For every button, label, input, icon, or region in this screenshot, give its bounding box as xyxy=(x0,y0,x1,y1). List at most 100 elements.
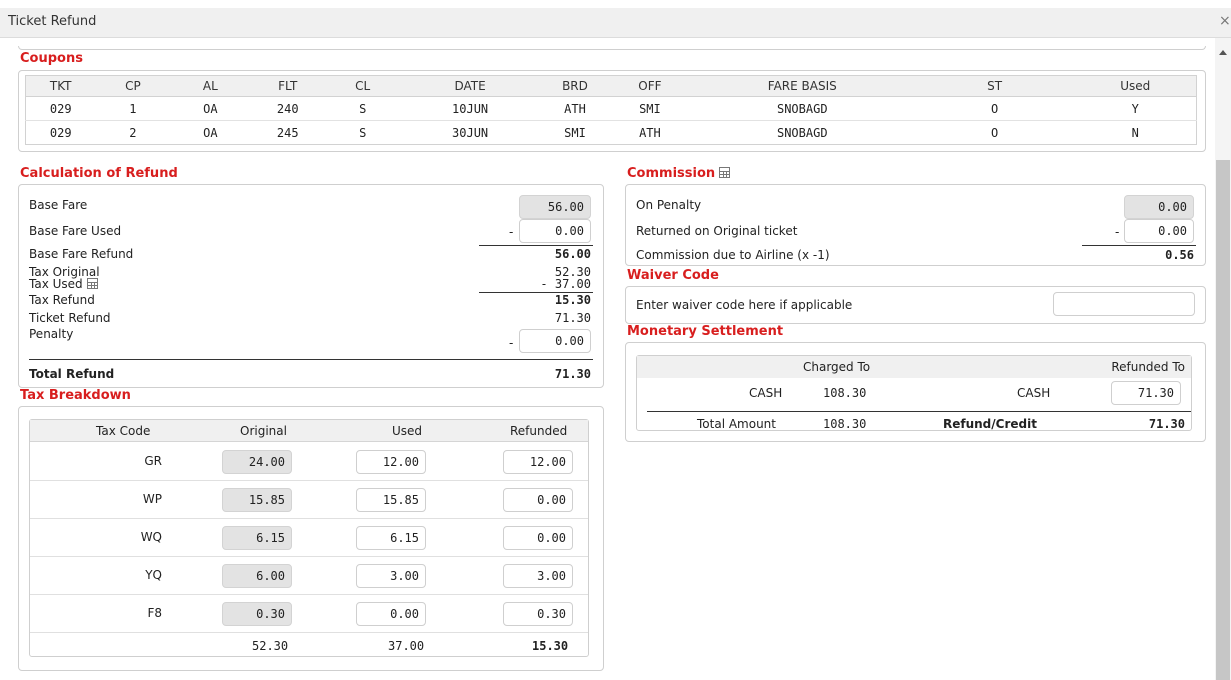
cell-cp: 1 xyxy=(95,96,171,121)
table-row: F8 0.30 0.00 0.30 xyxy=(30,595,588,633)
cell-off: ATH xyxy=(609,120,690,145)
cell-date: 10JUN xyxy=(400,96,541,121)
refunded-input[interactable]: 12.00 xyxy=(503,450,573,474)
tax-refund-label: Tax Refund xyxy=(29,293,95,307)
cell-flt: 240 xyxy=(250,96,326,121)
column-header-fare-basis: FARE BASIS xyxy=(689,75,915,97)
original-field: 15.85 xyxy=(222,488,292,512)
returned-label: Returned on Original ticket xyxy=(636,224,798,238)
table-row: WQ 6.15 6.15 0.00 xyxy=(30,519,588,557)
original-field: 24.00 xyxy=(222,450,292,474)
minus-sign: - xyxy=(1115,225,1120,239)
commission-title-text: Commission xyxy=(627,166,716,181)
refunded-input[interactable]: 0.30 xyxy=(503,602,573,626)
coupons-title: Coupons xyxy=(20,51,83,66)
column-header-cl: CL xyxy=(325,75,401,97)
penalty-input[interactable]: 0.00 xyxy=(519,329,591,353)
cell-brd: ATH xyxy=(540,96,610,121)
returned-input[interactable]: 0.00 xyxy=(1124,219,1194,243)
commission-due-value: 0.56 xyxy=(1165,248,1194,262)
base-fare-row: Base Fare xyxy=(29,196,593,214)
base-fare-used-input[interactable]: 0.00 xyxy=(519,219,591,243)
ticket-refund-value: 71.30 xyxy=(554,311,591,325)
minus-sign: - xyxy=(509,225,514,239)
tax-code: WP xyxy=(142,492,162,506)
cell-fare-basis: SNOBAGD xyxy=(689,96,915,121)
waiver-title: Waiver Code xyxy=(627,268,719,283)
column-header-tax-code: Tax Code xyxy=(96,424,151,438)
refunded-method: CASH xyxy=(1017,386,1051,400)
waiver-panel: Enter waiver code here if applicable xyxy=(625,286,1206,324)
base-fare-used-label: Base Fare Used xyxy=(29,224,122,238)
window-titlebar: Ticket Refund × xyxy=(0,8,1231,38)
tax-code: F8 xyxy=(147,606,162,620)
scroll-up-arrow-icon[interactable] xyxy=(1219,50,1227,55)
cell-st: O xyxy=(914,96,1075,121)
cell-tkt: 029 xyxy=(25,120,96,145)
refund-credit-label: Refund/Credit xyxy=(943,417,1037,431)
cell-date: 30JUN xyxy=(400,120,541,145)
used-input[interactable]: 6.15 xyxy=(356,526,426,550)
refunded-input[interactable]: 3.00 xyxy=(503,564,573,588)
coupons-panel: TKT CP AL FLT CL DATE BRD OFF FARE BASIS… xyxy=(18,70,1206,152)
used-input[interactable]: 3.00 xyxy=(356,564,426,588)
refunded-input[interactable]: 0.00 xyxy=(503,488,573,512)
column-header-original: Original xyxy=(240,424,287,438)
calculator-icon[interactable] xyxy=(86,278,98,289)
charged-to-header: Charged To xyxy=(803,360,871,374)
tax-code: GR xyxy=(144,454,162,468)
calculator-icon[interactable] xyxy=(719,167,731,178)
vertical-scrollbar[interactable] xyxy=(1215,38,1231,680)
used-input[interactable]: 12.00 xyxy=(356,450,426,474)
column-header-date: DATE xyxy=(400,75,541,97)
cell-brd: SMI xyxy=(540,120,610,145)
content-scroll-area[interactable]: Coupons TKT CP AL FLT CL DATE BRD OFF FA… xyxy=(0,38,1231,680)
refunded-input[interactable]: 0.00 xyxy=(503,526,573,550)
tax-breakdown-panel: Tax Code Original Used Refunded GR 24.00… xyxy=(18,406,604,671)
close-icon[interactable]: × xyxy=(1219,13,1231,29)
refunded-to-header: Refunded To xyxy=(1111,360,1185,374)
tax-refund-value: 15.30 xyxy=(554,293,591,307)
calculation-panel: Base Fare 56.00 Base Fare Used - 0.00 Ba… xyxy=(18,184,604,388)
monetary-title: Monetary Settlement xyxy=(627,324,784,339)
cell-flt: 245 xyxy=(250,120,326,145)
monetary-panel: Charged To Refunded To CASH 108.30 CASH … xyxy=(625,342,1206,442)
monetary-table: Charged To Refunded To CASH 108.30 CASH … xyxy=(636,355,1192,431)
total-amount-label: Total Amount xyxy=(697,417,776,431)
cell-cp: 2 xyxy=(95,120,171,145)
total-charged: 108.30 xyxy=(823,417,867,431)
tax-code: YQ xyxy=(145,568,162,582)
total-rule xyxy=(29,359,593,360)
base-fare-refund-row: Base Fare Refund 56.00 xyxy=(29,245,593,263)
used-input[interactable]: 0.00 xyxy=(356,602,426,626)
cell-al: OA xyxy=(170,120,251,145)
minus-sign: - xyxy=(509,336,514,350)
tax-code: WQ xyxy=(140,530,162,544)
tax-totals-row: 52.30 37.00 15.30 xyxy=(30,634,588,656)
commission-title: Commission xyxy=(627,166,731,181)
column-header-cp: CP xyxy=(95,75,171,97)
table-row: YQ 6.00 3.00 3.00 xyxy=(30,557,588,595)
column-header-st: ST xyxy=(914,75,1075,97)
used-input[interactable]: 15.85 xyxy=(356,488,426,512)
base-fare-refund-label: Base Fare Refund xyxy=(29,247,134,261)
original-field: 0.30 xyxy=(222,602,292,626)
column-header-flt: FLT xyxy=(250,75,326,97)
total-rule xyxy=(647,411,1191,412)
total-refund-label: Total Refund xyxy=(29,367,115,381)
table-row: 029 2 OA 245 S 30JUN SMI ATH SNOBAGD O N xyxy=(25,120,1197,145)
table-row: WP 15.85 15.85 0.00 xyxy=(30,481,588,519)
cell-al: OA xyxy=(170,96,251,121)
scrollbar-thumb[interactable] xyxy=(1216,160,1230,680)
total-refund-row: Total Refund 71.30 xyxy=(29,365,593,383)
column-header-off: OFF xyxy=(609,75,690,97)
waiver-code-input[interactable] xyxy=(1053,292,1195,316)
cell-used: N xyxy=(1074,120,1197,145)
column-header-used: Used xyxy=(1074,75,1197,97)
original-field: 6.00 xyxy=(222,564,292,588)
coupons-table: TKT CP AL FLT CL DATE BRD OFF FARE BASIS… xyxy=(25,75,1197,145)
total-refund-value: 71.30 xyxy=(554,367,591,381)
total-refunded: 71.30 xyxy=(1148,417,1185,431)
tax-breakdown-title: Tax Breakdown xyxy=(20,388,131,403)
refunded-amount-input[interactable]: 71.30 xyxy=(1111,381,1181,405)
